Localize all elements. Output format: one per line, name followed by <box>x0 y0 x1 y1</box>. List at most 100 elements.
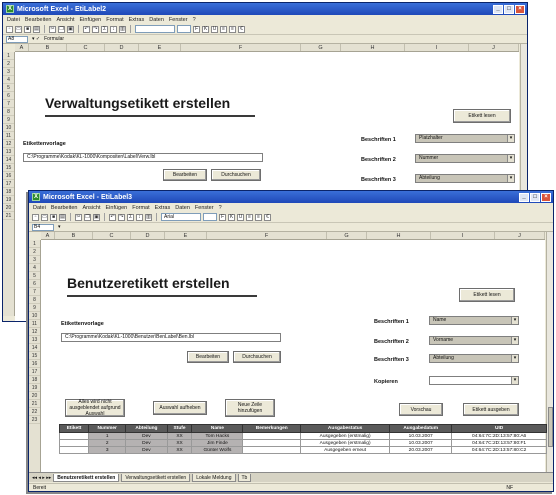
sum-icon[interactable]: Σ <box>101 25 108 33</box>
menu-item[interactable]: Extras <box>129 17 145 23</box>
menu-item[interactable]: Einfügen <box>80 17 102 23</box>
menu-item[interactable]: Daten <box>149 17 164 23</box>
euro-icon[interactable]: € <box>238 25 245 33</box>
scrollbar-thumb[interactable] <box>548 407 553 447</box>
row-header[interactable]: 11 <box>3 132 14 140</box>
column-header[interactable]: E <box>165 232 207 239</box>
chart-icon[interactable]: ▥ <box>119 25 126 33</box>
table-cell[interactable]: Dev <box>125 446 168 454</box>
table-cell[interactable] <box>242 439 302 447</box>
column-header[interactable]: H <box>367 232 431 239</box>
preview-button[interactable]: Vorschau <box>399 403 443 416</box>
edit-button[interactable]: Bearbeiten <box>187 351 229 363</box>
column-header[interactable]: B <box>55 232 93 239</box>
column-header[interactable]: G <box>301 44 341 51</box>
redo-icon[interactable]: ↷ <box>118 213 125 221</box>
column-header[interactable]: J <box>495 232 545 239</box>
read-label-button[interactable]: Etikett lesen <box>453 109 511 123</box>
copy-icon[interactable]: ❐ <box>84 213 91 221</box>
table-cell[interactable] <box>58 439 90 447</box>
template-path-field[interactable]: C:\Programme\Kodak\KL-1000\Kompositen\La… <box>23 153 263 162</box>
table-cell[interactable]: 2 <box>88 439 127 447</box>
menu-item[interactable]: Einfügen <box>106 205 128 211</box>
template-path-field[interactable]: C:\Programme\Kodak\KL-1000\Benutzer\BenL… <box>61 333 281 342</box>
print-icon[interactable]: ▤ <box>33 25 40 33</box>
table-cell[interactable]: Tom Hacks <box>191 432 244 440</box>
row-header[interactable]: 2 <box>3 60 14 68</box>
menu-item[interactable]: ? <box>219 205 222 211</box>
row-header[interactable]: 15 <box>3 164 14 172</box>
row-header[interactable]: 13 <box>3 148 14 156</box>
row-header[interactable]: 17 <box>3 180 14 188</box>
issue-label-button[interactable]: Etikett ausgeben <box>463 403 519 416</box>
title-bar[interactable]: X Microsoft Excel - EtiLabel2 _ □ × <box>3 3 527 15</box>
table-row[interactable]: 3 Dev XX Günter Wolfs Ausgegeben erneut 20.03… <box>58 446 547 454</box>
row-header[interactable]: 20 <box>3 204 14 212</box>
row-header[interactable]: 23 <box>29 416 40 424</box>
font-size-select[interactable] <box>203 213 217 221</box>
formula-content[interactable]: Formular <box>44 36 64 42</box>
row-header[interactable]: 15 <box>29 352 40 360</box>
font-name-select[interactable] <box>135 25 175 33</box>
table-cell[interactable]: Dev <box>125 439 168 447</box>
table-cell[interactable]: 10.03.2007 <box>389 432 453 440</box>
table-cell[interactable]: XX <box>166 446 193 454</box>
row-header[interactable]: 20 <box>29 392 40 400</box>
column-header[interactable]: H <box>341 44 405 51</box>
column-header[interactable]: I <box>431 232 495 239</box>
row-header[interactable]: 7 <box>3 100 14 108</box>
row-header[interactable]: 5 <box>29 272 40 280</box>
sheet-tab[interactable]: Lokale Meldung <box>192 473 236 482</box>
new-file-icon[interactable]: ▫ <box>32 213 39 221</box>
browse-button[interactable]: Durchsuchen <box>211 169 261 181</box>
table-cell[interactable]: 1 <box>88 432 127 440</box>
underline-icon[interactable]: U <box>237 213 244 221</box>
italic-icon[interactable]: K <box>202 25 209 33</box>
column-header[interactable]: A <box>15 44 29 51</box>
edit-button[interactable]: Bearbeiten <box>163 169 207 181</box>
sort-icon[interactable]: ↕ <box>110 25 117 33</box>
table-cell[interactable] <box>58 432 90 440</box>
bold-icon[interactable]: F <box>219 213 226 221</box>
menu-item[interactable]: Format <box>132 205 149 211</box>
open-folder-icon[interactable]: ▭ <box>41 213 48 221</box>
row-header[interactable]: 2 <box>29 248 40 256</box>
row-header[interactable]: 3 <box>29 256 40 264</box>
undo-icon[interactable]: ↶ <box>109 213 116 221</box>
row-header[interactable]: 13 <box>29 336 40 344</box>
sheet-tab[interactable]: Tb <box>237 473 252 482</box>
cut-icon[interactable]: ✂ <box>75 213 82 221</box>
browse-button[interactable]: Durchsuchen <box>233 351 281 363</box>
row-header[interactable]: 10 <box>3 124 14 132</box>
table-cell[interactable]: 20.03.2007 <box>389 446 453 454</box>
table-cell[interactable]: 10.03.2007 <box>389 439 453 447</box>
print-icon[interactable]: ▤ <box>59 213 66 221</box>
row-header[interactable]: 6 <box>3 92 14 100</box>
align-left-icon[interactable]: ≡ <box>246 213 253 221</box>
row-header[interactable]: 21 <box>3 212 14 220</box>
row-header[interactable]: 12 <box>29 328 40 336</box>
font-size-select[interactable] <box>177 25 191 33</box>
row-header[interactable]: 16 <box>3 172 14 180</box>
row-header[interactable]: 14 <box>3 156 14 164</box>
table-cell[interactable]: Ausgegeben (erstmalig) <box>300 439 391 447</box>
name-box[interactable]: A8 <box>6 35 28 43</box>
row-header[interactable]: 18 <box>3 188 14 196</box>
sheet-tab[interactable]: Verwaltungsetikett erstellen <box>121 473 191 482</box>
cut-icon[interactable]: ✂ <box>49 25 56 33</box>
field-select-2[interactable]: Nummer ▾ <box>415 154 515 163</box>
row-header[interactable]: 1 <box>29 240 40 248</box>
menu-item[interactable]: Fenster <box>195 205 214 211</box>
font-name-select[interactable]: Arial <box>161 213 201 221</box>
menu-item[interactable]: Datei <box>33 205 46 211</box>
row-header[interactable]: 19 <box>29 384 40 392</box>
sort-icon[interactable]: ↕ <box>136 213 143 221</box>
table-cell[interactable] <box>58 446 90 454</box>
table-cell[interactable]: Ausgegeben (erstmalig) <box>300 432 391 440</box>
row-header[interactable]: 9 <box>3 116 14 124</box>
row-header[interactable]: 4 <box>3 76 14 84</box>
column-header[interactable]: C <box>67 44 105 51</box>
row-header[interactable]: 6 <box>29 280 40 288</box>
row-header[interactable]: 4 <box>29 264 40 272</box>
new-file-icon[interactable]: ▫ <box>6 25 13 33</box>
